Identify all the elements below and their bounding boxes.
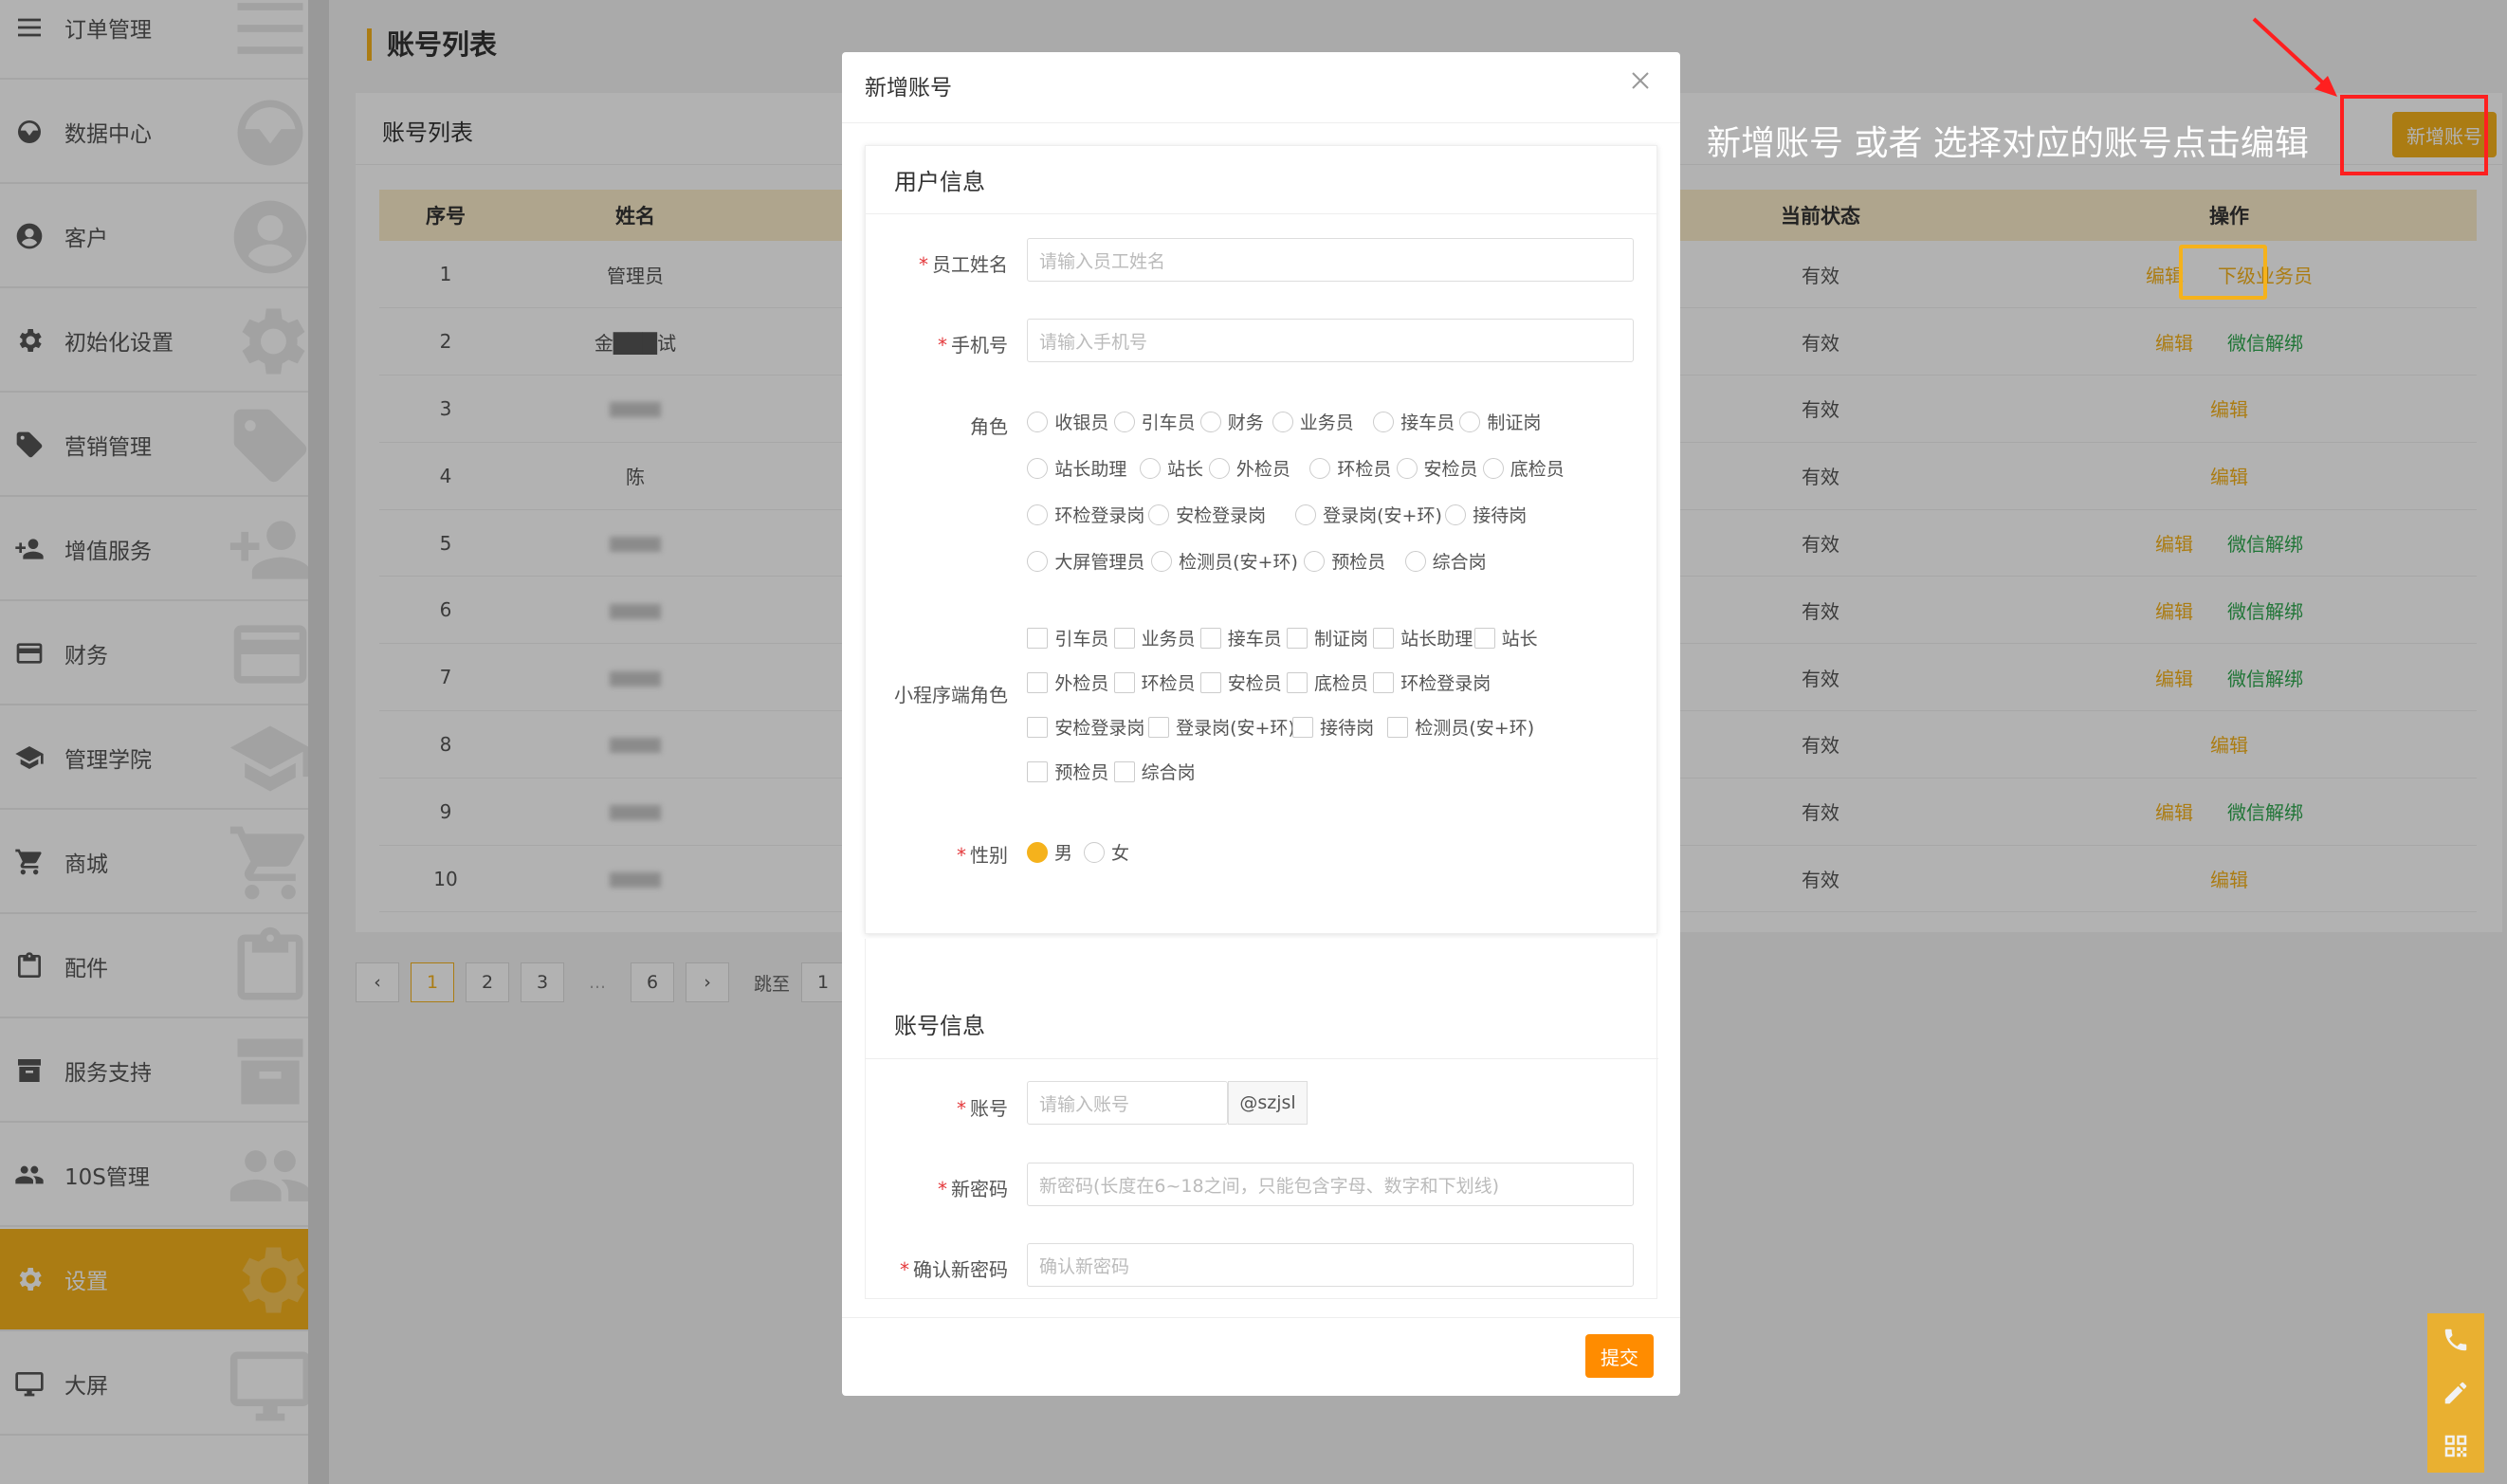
gender-male-radio[interactable]: 男 bbox=[1027, 839, 1072, 865]
floating-toolbar bbox=[2427, 1313, 2484, 1473]
role-radio[interactable]: 大屏管理员 bbox=[1027, 548, 1144, 574]
mini-role-checkbox[interactable]: 环检登录岗 bbox=[1373, 669, 1491, 695]
section-title: 账号信息 bbox=[894, 1013, 985, 1039]
annotation-arrow-icon bbox=[2252, 17, 2337, 97]
new-password-label: * 新密码 bbox=[938, 1178, 1008, 1200]
role-radio[interactable]: 预检员 bbox=[1304, 548, 1385, 574]
mini-role-checkbox[interactable]: 登录岗(安+环) bbox=[1148, 714, 1295, 740]
mini-role-checkbox[interactable]: 检测员(安+环) bbox=[1387, 714, 1534, 740]
phone-icon[interactable] bbox=[2442, 1326, 2470, 1354]
confirm-password-label: * 确认新密码 bbox=[900, 1258, 1008, 1281]
role-radio[interactable]: 接待岗 bbox=[1445, 502, 1527, 527]
mini-role-checkbox[interactable]: 环检员 bbox=[1113, 669, 1196, 695]
role-radio[interactable]: 接车员 bbox=[1373, 409, 1455, 434]
role-radio[interactable]: 制证岗 bbox=[1459, 409, 1541, 434]
mini-role-label: 小程序端角色 bbox=[894, 684, 1008, 706]
edit-icon[interactable] bbox=[2442, 1379, 2470, 1407]
account-info-section: 账号信息 * 账号 请输入账号 @szjsl * 新密码 新密码(长度在6~18之间… bbox=[865, 939, 1658, 1299]
role-radio[interactable]: 站长助理 bbox=[1027, 455, 1126, 481]
qrcode-icon[interactable] bbox=[2442, 1432, 2470, 1460]
add-account-modal: 新增账号 用户信息 * 员工姓名 请输入员工姓名 * 手机号 请输入手机号 角色 收… bbox=[842, 52, 1680, 1396]
mini-role-checkbox[interactable]: 业务员 bbox=[1113, 625, 1196, 650]
mini-role-checkbox[interactable]: 站长 bbox=[1473, 625, 1538, 650]
mini-role-checkbox[interactable]: 底检员 bbox=[1287, 669, 1368, 695]
mini-role-checkbox[interactable]: 站长助理 bbox=[1373, 625, 1473, 650]
role-radio[interactable]: 安检员 bbox=[1396, 455, 1478, 481]
annotation-box-edit bbox=[2179, 245, 2267, 300]
role-radio[interactable]: 站长 bbox=[1139, 455, 1203, 481]
user-info-section: 用户信息 * 员工姓名 请输入员工姓名 * 手机号 请输入手机号 角色 收银员 引车员… bbox=[865, 145, 1658, 934]
modal-title: 新增账号 bbox=[865, 76, 952, 101]
new-password-input[interactable]: 新密码(长度在6~18之间，只能包含字母、数字和下划线) bbox=[1027, 1163, 1634, 1206]
section-title: 用户信息 bbox=[894, 169, 985, 195]
section-divider bbox=[866, 213, 1658, 214]
modal-footer-divider bbox=[842, 1317, 1680, 1318]
account-input[interactable]: 请输入账号 bbox=[1027, 1081, 1228, 1125]
mini-role-checkbox[interactable]: 预检员 bbox=[1027, 759, 1108, 784]
gender-female-radio[interactable]: 女 bbox=[1084, 839, 1129, 865]
annotation-text: 新增账号 或者 选择对应的账号点击编辑 bbox=[1707, 124, 2309, 163]
close-icon[interactable] bbox=[1621, 62, 1659, 100]
mini-role-checkbox[interactable]: 接待岗 bbox=[1292, 714, 1374, 740]
role-radio[interactable]: 安检登录岗 bbox=[1148, 502, 1266, 527]
role-radio[interactable]: 财务 bbox=[1199, 409, 1264, 434]
phone-input[interactable]: 请输入手机号 bbox=[1027, 319, 1634, 362]
phone-label: * 手机号 bbox=[938, 334, 1008, 357]
employee-name-label: * 员工姓名 bbox=[919, 253, 1008, 276]
account-suffix: @szjsl bbox=[1228, 1081, 1308, 1125]
mini-role-checkbox[interactable]: 安检员 bbox=[1199, 669, 1282, 695]
role-radio[interactable]: 环检员 bbox=[1309, 455, 1391, 481]
submit-button[interactable]: 提交 bbox=[1585, 1334, 1654, 1378]
section-divider bbox=[866, 1058, 1658, 1059]
modal-divider bbox=[842, 122, 1680, 123]
role-radio[interactable]: 综合岗 bbox=[1404, 548, 1487, 574]
mini-role-checkbox[interactable]: 外检员 bbox=[1027, 669, 1108, 695]
mini-role-checkbox[interactable]: 制证岗 bbox=[1287, 625, 1368, 650]
mini-role-checkbox[interactable]: 安检登录岗 bbox=[1027, 714, 1144, 740]
role-radio[interactable]: 登录岗(安+环) bbox=[1295, 502, 1442, 527]
mini-role-checkbox[interactable]: 综合岗 bbox=[1113, 759, 1196, 784]
role-radio[interactable]: 外检员 bbox=[1208, 455, 1290, 481]
role-radio[interactable]: 检测员(安+环) bbox=[1151, 548, 1298, 574]
account-label: * 账号 bbox=[957, 1097, 1008, 1120]
annotation-box-add bbox=[2340, 95, 2488, 175]
role-label: 角色 bbox=[970, 415, 1008, 438]
role-radio[interactable]: 底检员 bbox=[1482, 455, 1565, 481]
mini-role-checkbox[interactable]: 接车员 bbox=[1199, 625, 1282, 650]
role-radio[interactable]: 引车员 bbox=[1113, 409, 1196, 434]
role-radio[interactable]: 环检登录岗 bbox=[1027, 502, 1144, 527]
employee-name-input[interactable]: 请输入员工姓名 bbox=[1027, 238, 1634, 282]
gender-label: * 性别 bbox=[957, 844, 1008, 867]
role-radio[interactable]: 业务员 bbox=[1272, 409, 1354, 434]
role-radio[interactable]: 收银员 bbox=[1027, 409, 1108, 434]
confirm-password-input[interactable]: 确认新密码 bbox=[1027, 1243, 1634, 1287]
mini-role-checkbox[interactable]: 引车员 bbox=[1027, 625, 1108, 650]
